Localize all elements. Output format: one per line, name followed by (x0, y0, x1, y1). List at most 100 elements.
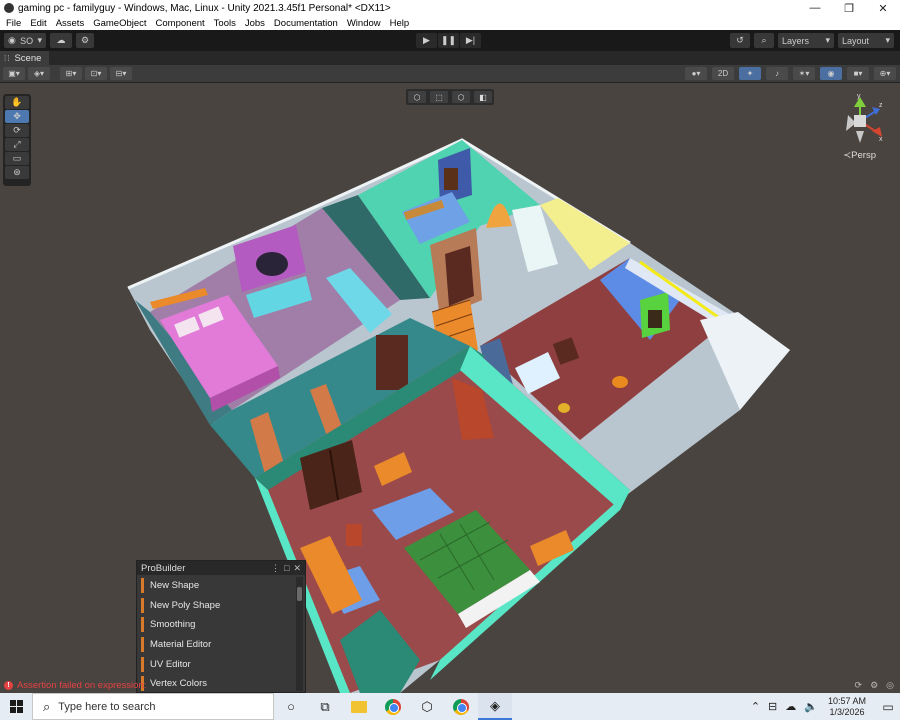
circle-icon: ○ (287, 699, 295, 714)
collab-button[interactable]: ⚙ (76, 33, 94, 48)
rotate-tool[interactable]: ⟳ (5, 124, 29, 137)
green-window (648, 310, 662, 328)
cloud-icon[interactable]: ☁ (785, 700, 796, 713)
gizmos-dropdown[interactable]: ⊕▾ (874, 67, 896, 80)
file-explorer-button[interactable] (342, 693, 376, 720)
face-icon: ◧ (474, 91, 492, 103)
maximize-icon[interactable]: □ (284, 563, 289, 573)
rect-tool[interactable]: ▭ (5, 152, 29, 165)
move-tool[interactable]: ✥ (5, 110, 29, 123)
render-mode-dropdown[interactable]: ◈▾ (28, 67, 50, 80)
menu-component[interactable]: Component (156, 18, 205, 29)
vertex-mode-button[interactable]: ⬚ (430, 91, 448, 103)
unity-editor-button[interactable]: ◈ (478, 693, 512, 720)
network-icon[interactable]: ⊟ (768, 700, 777, 713)
edge-mode-button[interactable]: ⬡ (452, 91, 470, 103)
close-icon[interactable]: ✕ (293, 563, 301, 574)
scrollbar-thumb[interactable] (297, 587, 302, 601)
history-button[interactable]: ↺ (730, 33, 750, 48)
menu-tools[interactable]: Tools (214, 18, 236, 29)
layers-dropdown[interactable]: Layers ▾ (778, 33, 834, 48)
search-button[interactable]: ⌕ (754, 33, 774, 48)
probuilder-new-poly-shape[interactable]: New Poly Shape (137, 596, 297, 616)
debug-icon[interactable]: ⚙ (870, 680, 878, 691)
gizmo-x-label: x (879, 136, 883, 143)
clock[interactable]: 10:57 AM 1/3/2026 (828, 696, 866, 718)
layout-dropdown[interactable]: Layout ▾ (838, 33, 894, 48)
probuilder-uv-editor[interactable]: UV Editor (137, 654, 297, 674)
menu-documentation[interactable]: Documentation (274, 18, 338, 29)
hall-door (445, 246, 474, 306)
perspective-label[interactable]: ≺Persp (843, 150, 876, 161)
face-mode-button[interactable]: ◧ (474, 91, 492, 103)
scene-render[interactable] (0, 83, 900, 693)
menu-window[interactable]: Window (347, 18, 381, 29)
menu-jobs[interactable]: Jobs (245, 18, 265, 29)
notification-icon[interactable]: ▭ (876, 700, 900, 714)
chrome-button-2[interactable] (444, 693, 478, 720)
probuilder-new-shape[interactable]: New Shape (137, 576, 297, 596)
audio-icon: ♪ (775, 69, 779, 78)
settings-icon[interactable]: ◎ (886, 680, 894, 691)
menu-file[interactable]: File (6, 18, 21, 29)
gizmo-center[interactable] (854, 115, 866, 127)
scale-tool[interactable]: ⤢ (5, 138, 29, 151)
cortana-button[interactable]: ○ (274, 693, 308, 720)
cube-icon: ◈▾ (33, 69, 45, 78)
audio-toggle[interactable]: ♪ (766, 67, 788, 80)
unity-hub-icon: ⬡ (421, 698, 433, 714)
lighting-toggle[interactable]: ✦ (739, 67, 761, 80)
edge-icon: ⬡ (452, 91, 470, 103)
tab-scene[interactable]: ⁞⁞ Scene (0, 51, 50, 65)
console-error[interactable]: ! Assertion failed on expression: (0, 680, 146, 691)
accent-bar (141, 578, 144, 594)
transform-tool[interactable]: ⊛ (5, 166, 29, 179)
step-button[interactable]: ▶| (460, 33, 481, 48)
unity-hub-button[interactable]: ⬡ (410, 693, 444, 720)
start-button[interactable] (0, 693, 32, 720)
play-button[interactable]: ▶ (416, 33, 437, 48)
probuilder-title: ProBuilder (141, 562, 186, 574)
menu-help[interactable]: Help (390, 18, 410, 29)
folder-icon (351, 700, 367, 713)
chevron-up-icon[interactable]: ⌃ (751, 700, 760, 713)
probuilder-material-editor[interactable]: Material Editor (137, 635, 297, 655)
chevron-down-icon: ▾ (825, 35, 830, 45)
draw-mode-dropdown[interactable]: ▣▾ (3, 67, 25, 80)
task-view-button[interactable]: ⧉ (308, 693, 342, 720)
minimize-button[interactable]: — (798, 0, 832, 16)
draw-mode-icon: ▣▾ (8, 69, 20, 78)
menu-assets[interactable]: Assets (56, 18, 85, 29)
grid-snap-dropdown[interactable]: ⊞▾ (60, 67, 82, 80)
menu-gameobject[interactable]: GameObject (93, 18, 146, 29)
probuilder-scrollbar[interactable] (296, 577, 303, 691)
volume-icon[interactable]: 🔈 (804, 700, 818, 713)
maximize-button[interactable]: ❐ (832, 0, 866, 16)
menu-bar: File Edit Assets GameObject Component To… (0, 16, 900, 30)
camera-dropdown[interactable]: ■▾ (847, 67, 869, 80)
rect-icon: ▭ (12, 153, 22, 163)
shading-dropdown[interactable]: ●▾ (685, 67, 707, 80)
probuilder-smoothing[interactable]: Smoothing (137, 615, 297, 635)
increment-snap-dropdown[interactable]: ⊡▾ (85, 67, 107, 80)
menu-edit[interactable]: Edit (30, 18, 46, 29)
visibility-toggle[interactable]: ◉ (820, 67, 842, 80)
eye-icon: ◉ (827, 69, 835, 78)
progress-icon[interactable]: ⟳ (855, 680, 863, 691)
effects-dropdown[interactable]: ✶▾ (793, 67, 815, 80)
2d-toggle[interactable]: 2D (712, 67, 734, 80)
hand-tool[interactable]: ✋ (5, 96, 29, 109)
probuilder-item-label: UV Editor (150, 658, 191, 670)
scene-viewport[interactable]: ✋ ✥ ⟳ ⤢ ▭ ⊛ ⬡ ⬚ ⬡ ◧ y x z ≺Persp (0, 83, 900, 693)
clock-date: 1/3/2026 (829, 706, 865, 717)
account-dropdown[interactable]: ◉ SO ▾ (4, 33, 46, 48)
more-options-icon[interactable]: ⋮ (271, 563, 280, 574)
cloud-button[interactable]: ☁ (50, 33, 72, 48)
chrome-button[interactable] (376, 693, 410, 720)
ruler-dropdown[interactable]: ⊟▾ (110, 67, 132, 80)
error-message: Assertion failed on expression: (17, 680, 147, 691)
close-button[interactable]: ✕ (866, 0, 900, 16)
pause-button[interactable]: ❚❚ (438, 33, 459, 48)
taskbar-search[interactable]: ⌕ Type here to search (32, 693, 274, 720)
object-mode-button[interactable]: ⬡ (408, 91, 426, 103)
